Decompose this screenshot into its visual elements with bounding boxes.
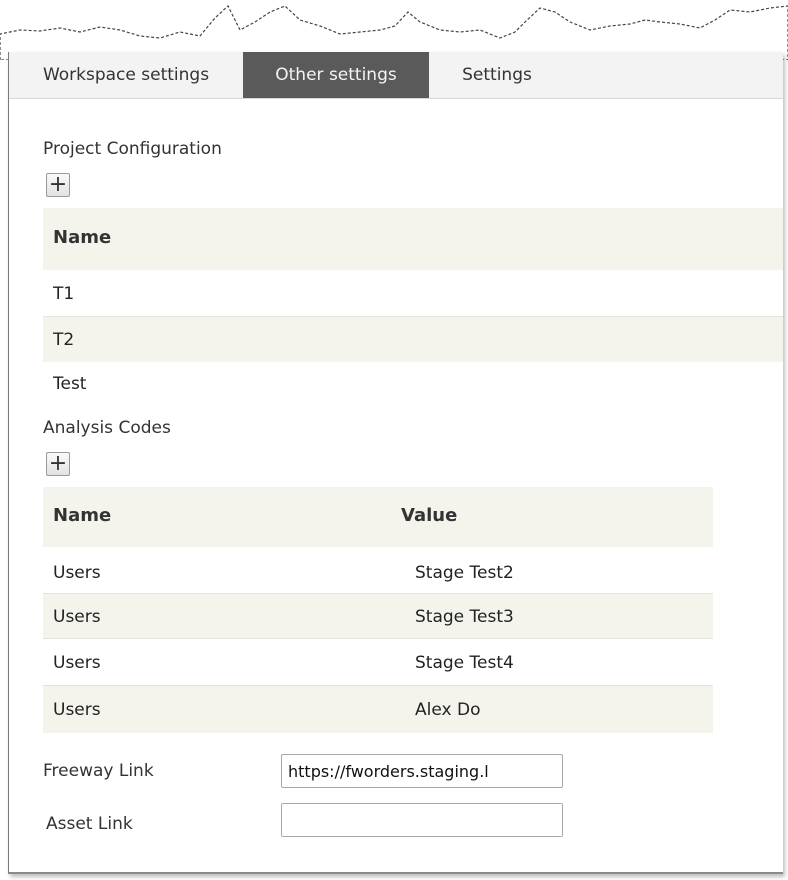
row-name: Users (53, 700, 101, 720)
table-row[interactable]: T2 (43, 316, 783, 363)
project-configuration-title: Project Configuration (43, 139, 222, 159)
tab-settings[interactable]: Settings (429, 52, 565, 98)
asset-link-input[interactable] (281, 803, 563, 837)
column-header-name: Name (53, 227, 112, 248)
row-value: Alex Do (415, 700, 481, 720)
analysis-codes-title: Analysis Codes (43, 418, 171, 438)
plus-icon: + (48, 172, 68, 197)
add-analysis-code-button[interactable]: + (46, 452, 70, 476)
plus-icon: + (48, 451, 68, 476)
row-name: T2 (53, 330, 75, 350)
row-value: Stage Test4 (415, 653, 514, 673)
row-name: Users (53, 563, 101, 583)
asset-link-label: Asset Link (46, 814, 133, 834)
row-name: Test (53, 374, 87, 394)
freeway-link-input[interactable] (281, 754, 563, 788)
row-value: Stage Test2 (415, 563, 514, 583)
table-row[interactable]: T1 (43, 270, 783, 316)
column-header-value: Value (401, 505, 458, 526)
table-header-row: Name (43, 208, 783, 270)
settings-panel: Workspace settings Other settings Settin… (8, 52, 783, 874)
tab-other-settings[interactable]: Other settings (243, 52, 429, 98)
table-row[interactable]: Users Alex Do (43, 685, 713, 733)
row-name: T1 (53, 284, 75, 304)
row-name: Users (53, 607, 101, 627)
column-header-name: Name (53, 505, 112, 526)
torn-edge-decoration (0, 5, 788, 60)
tab-bar: Workspace settings Other settings Settin… (9, 52, 783, 99)
row-value: Stage Test3 (415, 607, 514, 627)
row-name: Users (53, 653, 101, 673)
add-project-configuration-button[interactable]: + (46, 173, 70, 197)
table-row[interactable]: Test (43, 362, 783, 408)
table-header-row: Name Value (43, 487, 713, 547)
freeway-link-label: Freeway Link (43, 761, 154, 781)
table-row[interactable]: Users Stage Test2 (43, 547, 713, 593)
tab-workspace-settings[interactable]: Workspace settings (9, 52, 243, 98)
table-row[interactable]: Users Stage Test4 (43, 639, 713, 685)
table-row[interactable]: Users Stage Test3 (43, 593, 713, 639)
